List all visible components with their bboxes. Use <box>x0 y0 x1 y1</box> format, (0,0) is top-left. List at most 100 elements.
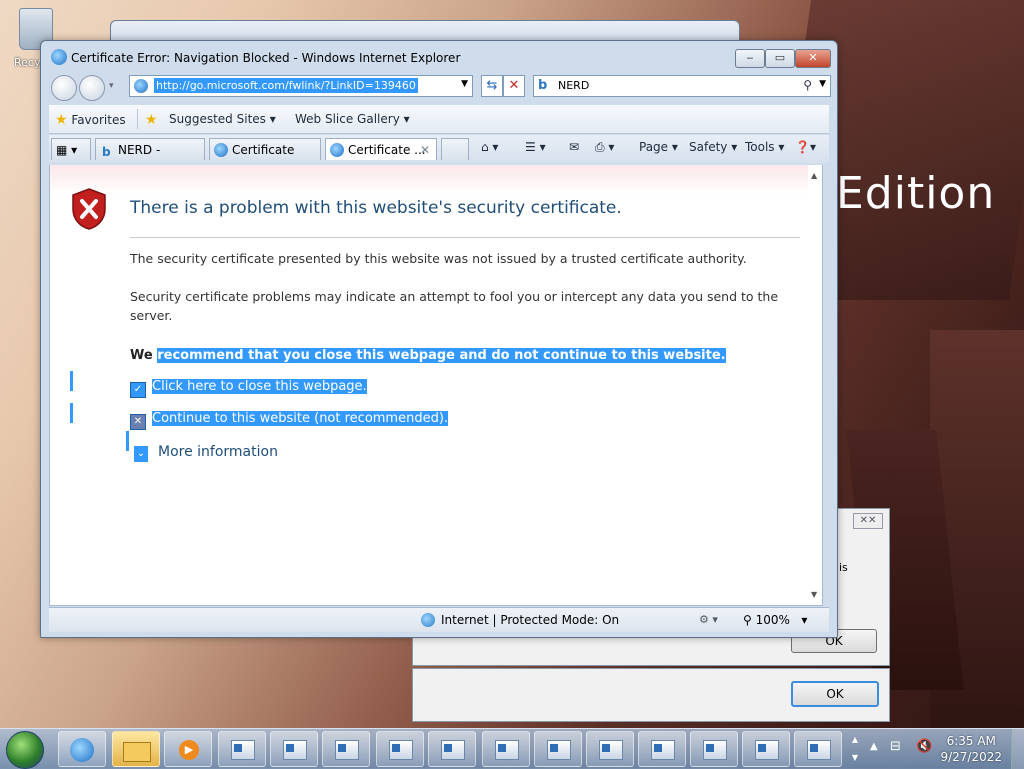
print-icon[interactable]: ⎙ ▾ <box>595 140 614 155</box>
taskbar-window-button[interactable] <box>586 731 634 767</box>
refresh-icon[interactable]: ⇆ <box>481 75 503 97</box>
volume-muted-icon[interactable]: 🔇 <box>916 739 932 754</box>
start-button[interactable] <box>6 731 44 769</box>
security-zone[interactable]: Internet | Protected Mode: On <box>421 613 619 627</box>
clock[interactable]: 6:35 AM 9/27/2022 <box>940 733 1002 765</box>
close-webpage-link[interactable]: ✓ Click here to close this webpage. <box>130 379 367 398</box>
vertical-scrollbar[interactable]: ▲ ▼ <box>808 165 822 605</box>
forward-button[interactable] <box>79 75 105 101</box>
safety-menu-label: Safety <box>689 140 728 154</box>
window-title: Certificate Error: Navigation Blocked - … <box>71 51 461 65</box>
window-icon <box>755 740 779 760</box>
minimize-button[interactable]: ‒ <box>735 49 765 68</box>
folder-icon <box>123 742 151 762</box>
green-check-icon: ✓ <box>130 382 146 398</box>
ie-icon <box>70 738 94 762</box>
mail-icon[interactable]: ✉ <box>569 140 579 154</box>
suggested-sites-label: Suggested Sites <box>169 112 266 126</box>
home-icon[interactable]: ⌂ ▾ <box>481 140 498 154</box>
suggested-sites-button[interactable]: Suggested Sites ▾ <box>169 112 276 126</box>
add-star-icon: ★ <box>145 112 158 128</box>
taskbar-window-button[interactable] <box>742 731 790 767</box>
window-icon <box>335 740 359 760</box>
title-bar[interactable]: Certificate Error: Navigation Blocked - … <box>41 41 837 71</box>
stop-icon[interactable]: ✕ <box>503 75 525 97</box>
search-input[interactable]: NERD <box>558 79 589 92</box>
taskbar-window-button[interactable] <box>218 731 266 767</box>
recommendation-we: We <box>130 348 153 363</box>
wallpaper-text: Edition <box>836 168 996 219</box>
tab-certificate-active[interactable]: Certificate ... ✕ <box>325 138 437 160</box>
taskbar-window-button[interactable] <box>270 731 318 767</box>
web-slice-gallery-button[interactable]: Web Slice Gallery ▾ <box>295 112 410 126</box>
address-bar[interactable]: http://go.microsoft.com/fwlink/?LinkID=1… <box>129 75 473 97</box>
tab-nerd-search[interactable]: b NERD - Search <box>95 138 205 179</box>
web-slice-gallery-label: Web Slice Gallery <box>295 112 400 126</box>
taskbar-window-button[interactable] <box>428 731 476 767</box>
selection-caret <box>70 371 73 391</box>
navigation-bar: ▾ http://go.microsoft.com/fwlink/?LinkID… <box>49 73 831 101</box>
taskbar-window-button[interactable] <box>376 731 424 767</box>
address-dropdown-icon[interactable]: ▼ <box>461 79 468 89</box>
taskbar-window-button[interactable] <box>690 731 738 767</box>
taskbar-window-button[interactable] <box>322 731 370 767</box>
add-to-favorites-bar-icon[interactable]: ★ <box>145 112 158 128</box>
show-desktop-button[interactable] <box>1011 729 1024 769</box>
page-menu[interactable]: Page ▾ <box>639 140 678 154</box>
selection-caret <box>126 431 129 451</box>
search-dropdown-icon[interactable]: ▼ <box>819 79 826 89</box>
scroll-down-icon[interactable]: ▼ <box>811 590 817 599</box>
window-icon <box>441 740 465 760</box>
tab-certificate-error[interactable]: Certificate Err... <box>209 138 321 179</box>
help-icon[interactable]: ❓▾ <box>795 140 816 154</box>
dialog-close-button[interactable]: ✕✕ <box>853 513 883 529</box>
taskbar-scroll-icon[interactable]: ▲ ▼ <box>848 731 862 767</box>
back-button[interactable] <box>51 75 77 101</box>
taskbar-window-button[interactable] <box>638 731 686 767</box>
page-heading: There is a problem with this website's s… <box>130 198 622 218</box>
protected-mode-icon[interactable]: ⚙ ▾ <box>699 613 718 626</box>
zoom-level[interactable]: ⚲ 100% ▾ <box>743 613 807 627</box>
network-icon[interactable]: ⊟ <box>890 739 901 754</box>
close-button[interactable]: ✕ <box>795 49 831 68</box>
taskbar-window-button[interactable] <box>482 731 530 767</box>
tools-menu[interactable]: Tools ▾ <box>745 140 784 154</box>
taskbar-ie-button[interactable] <box>58 731 106 767</box>
dialog-ok-button[interactable]: OK <box>791 681 879 707</box>
window-icon <box>495 740 519 760</box>
background-dialog[interactable]: OK <box>412 668 890 722</box>
scroll-up-icon[interactable]: ▲ <box>811 171 817 180</box>
taskbar-media-player-button[interactable]: ▶ <box>164 731 212 767</box>
window-icon <box>703 740 727 760</box>
search-box[interactable]: b NERD ⚲ ▼ <box>533 75 831 97</box>
clock-time: 6:35 AM <box>946 734 996 748</box>
favorites-button[interactable]: ★ Favorites <box>55 112 126 128</box>
page-favicon-icon <box>134 79 148 93</box>
tab-label: Certificate ... <box>348 143 426 157</box>
taskbar-window-button[interactable] <box>534 731 582 767</box>
recent-pages-dropdown-icon[interactable]: ▾ <box>109 81 114 91</box>
window-icon <box>651 740 675 760</box>
safety-menu[interactable]: Safety ▾ <box>689 140 737 154</box>
continue-label: Continue to this website (not recommende… <box>152 411 449 426</box>
status-bar: Internet | Protected Mode: On ⚙ ▾ ⚲ 100%… <box>49 607 829 632</box>
tab-close-icon[interactable]: ✕ <box>420 139 430 161</box>
window-icon <box>807 740 831 760</box>
taskbar-explorer-button[interactable] <box>112 731 160 767</box>
media-player-icon: ▶ <box>179 740 199 760</box>
show-hidden-icons-icon[interactable]: ▲ <box>870 741 878 752</box>
system-tray: ▲ ⊟ 🔇 6:35 AM 9/27/2022 <box>866 729 1024 769</box>
dialog-text-fragment: is <box>839 561 848 574</box>
search-icon[interactable]: ⚲ <box>803 78 812 92</box>
address-url[interactable]: http://go.microsoft.com/fwlink/?LinkID=1… <box>154 78 418 93</box>
quick-tabs-button[interactable]: ▦ ▾ <box>51 138 91 160</box>
close-webpage-label: Click here to close this webpage. <box>152 379 367 394</box>
feeds-icon[interactable]: ☰ ▾ <box>525 140 546 154</box>
tab-row: ▦ ▾ b NERD - Search Certificate Err... C… <box>49 135 829 179</box>
maximize-button[interactable]: ▭ <box>765 49 795 68</box>
continue-to-website-link[interactable]: ✕ Continue to this website (not recommend… <box>130 411 449 430</box>
more-information-toggle[interactable]: ⌄ More information <box>134 444 278 462</box>
ie-window[interactable]: Certificate Error: Navigation Blocked - … <box>40 40 838 638</box>
new-tab-button[interactable] <box>441 138 469 160</box>
taskbar-window-button[interactable] <box>794 731 842 767</box>
